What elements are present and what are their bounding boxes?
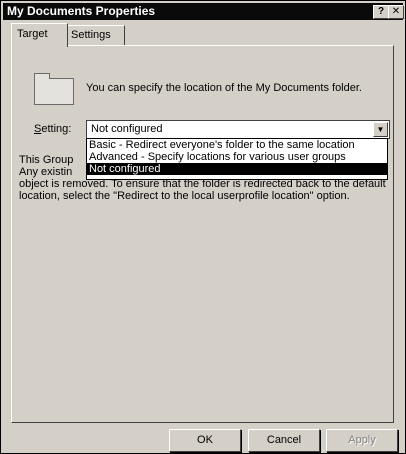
dropdown-option-not-configured[interactable]: Not configured <box>87 163 387 175</box>
close-button[interactable]: ✕ <box>388 5 404 19</box>
window-title: My Documents Properties <box>7 4 156 18</box>
properties-window: My Documents Properties ? ✕ Target Setti… <box>0 0 406 454</box>
setting-label-text: etting: <box>41 123 72 135</box>
cancel-button[interactable]: Cancel <box>248 429 320 452</box>
tab-settings-label: Settings <box>71 29 111 41</box>
ok-button[interactable]: OK <box>169 429 241 452</box>
tab-target[interactable]: Target <box>11 23 68 47</box>
help-icon: ? <box>377 6 385 17</box>
intro-text: You can specify the location of the My D… <box>86 82 362 94</box>
setting-select-value: Not configured <box>91 123 163 135</box>
tab-target-label: Target <box>17 28 48 40</box>
tab-settings[interactable]: Settings <box>65 25 125 45</box>
target-panel: You can specify the location of the My D… <box>11 45 394 423</box>
setting-dropdown-list: Basic - Redirect everyone's folder to th… <box>86 138 388 180</box>
apply-button[interactable]: Apply <box>326 429 398 452</box>
dropdown-option-basic[interactable]: Basic - Redirect everyone's folder to th… <box>87 139 387 151</box>
help-button[interactable]: ? <box>373 5 389 19</box>
setting-select[interactable]: Not configured ▼ <box>86 120 390 139</box>
title-bar[interactable]: My Documents Properties ? ✕ <box>3 3 404 20</box>
dropdown-option-advanced[interactable]: Advanced - Specify locations for various… <box>87 151 387 163</box>
close-icon: ✕ <box>391 6 401 17</box>
description-line: location, select the "Redirect to the lo… <box>19 190 350 202</box>
chevron-down-icon[interactable]: ▼ <box>373 122 388 137</box>
folder-icon <box>34 73 74 105</box>
setting-label: Setting: <box>34 123 71 135</box>
